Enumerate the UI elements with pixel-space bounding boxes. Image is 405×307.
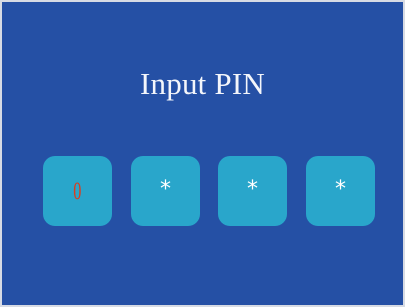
- pin-digit-slot-2[interactable]: *: [131, 156, 200, 226]
- pin-digit-slot-3[interactable]: *: [218, 156, 287, 226]
- pin-masked-digit: *: [160, 177, 171, 202]
- pin-digit-slot-4[interactable]: *: [306, 156, 375, 226]
- pin-masked-digit: *: [247, 177, 258, 202]
- page-title: Input PIN: [140, 66, 265, 101]
- pin-digit-slot-1[interactable]: 0: [43, 156, 112, 226]
- pin-entry-screen: Input PIN 0 * * *: [0, 0, 405, 307]
- pin-digit-value: 0: [73, 177, 82, 205]
- pin-input-row: 0 * * *: [43, 156, 375, 226]
- pin-masked-digit: *: [335, 177, 346, 202]
